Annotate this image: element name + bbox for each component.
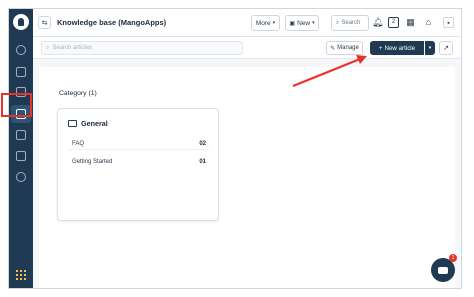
- search-label: Search: [341, 20, 361, 26]
- reports-icon[interactable]: [16, 151, 26, 161]
- edit-icon: ✎: [330, 45, 336, 52]
- search-icon: ⌕: [46, 44, 50, 51]
- category-name: General: [81, 119, 108, 128]
- card-header: General: [68, 119, 108, 128]
- folder-icon: [68, 120, 77, 127]
- new-article-label: New article: [384, 44, 416, 52]
- sidebar: [9, 9, 33, 288]
- more-label: More: [255, 19, 271, 27]
- manage-label: Manage: [337, 45, 359, 51]
- conversations-icon[interactable]: [16, 130, 26, 140]
- plus-icon: +: [378, 44, 383, 52]
- folder-label: FAQ: [72, 141, 85, 147]
- chevron-down-icon: ▾: [312, 20, 315, 26]
- article-count: 02: [199, 141, 206, 147]
- main-content: Category (1) General FAQ 02 Getting Star…: [39, 67, 455, 288]
- new-dropdown[interactable]: ▣ New ▾: [285, 15, 319, 31]
- category-heading: Category (1): [59, 90, 97, 97]
- settings-gear-icon[interactable]: [16, 172, 26, 182]
- app-logo[interactable]: [13, 14, 29, 30]
- notification-count-icon[interactable]: 2: [388, 17, 399, 28]
- calendar-icon[interactable]: ▦: [405, 17, 416, 28]
- annotation-highlight-box: [1, 93, 32, 117]
- new-icon: ▣: [289, 20, 296, 27]
- page-title: Knowledge base (MangoApps): [57, 18, 167, 27]
- manage-button[interactable]: ✎ Manage: [326, 41, 363, 55]
- category-card-general[interactable]: General FAQ 02 Getting Started 01: [57, 108, 219, 221]
- top-header: ⇆ Knowledge base (MangoApps) More ▾ ▣ Ne…: [33, 9, 461, 37]
- folder-row[interactable]: Getting Started 01: [72, 159, 206, 165]
- folder-label: Getting Started: [72, 159, 113, 165]
- chevron-down-icon: ▾: [272, 20, 276, 26]
- apps-grid-icon[interactable]: [16, 270, 26, 280]
- global-search[interactable]: ⌕ Search: [331, 15, 369, 31]
- more-dropdown[interactable]: More ▾: [251, 15, 280, 31]
- external-link-icon: ↗: [443, 45, 449, 52]
- sidebar-toggle-button[interactable]: ⇆: [38, 16, 51, 29]
- open-external-button[interactable]: ↗: [439, 41, 453, 55]
- search-icon: ⌕: [336, 19, 340, 26]
- bell-icon[interactable]: 🔔︎: [372, 17, 383, 28]
- kb-toolbar: ⌕ Search articles ✎ Manage + New article…: [33, 37, 461, 59]
- folder-row[interactable]: FAQ 02: [72, 141, 206, 147]
- chevron-down-icon: ▾: [428, 45, 432, 51]
- search-placeholder: Search articles: [52, 45, 93, 51]
- article-count: 01: [199, 159, 206, 165]
- search-articles-input[interactable]: ⌕ Search articles: [41, 41, 243, 55]
- chat-badge: 1: [449, 254, 457, 262]
- profile-icon[interactable]: ▪: [443, 17, 454, 28]
- sidebar-toggle-icon: ⇆: [41, 19, 48, 27]
- new-article-dropdown[interactable]: ▾: [425, 41, 435, 55]
- app-window: ⇆ Knowledge base (MangoApps) More ▾ ▣ Ne…: [8, 8, 462, 289]
- new-label: New: [297, 19, 311, 27]
- new-article-button[interactable]: + New article: [370, 41, 424, 55]
- notification-count: 2: [391, 19, 396, 25]
- store-icon[interactable]: ⌂: [423, 17, 434, 28]
- row-divider: [68, 149, 210, 150]
- dashboard-icon[interactable]: [16, 45, 26, 55]
- tickets-icon[interactable]: [16, 67, 26, 77]
